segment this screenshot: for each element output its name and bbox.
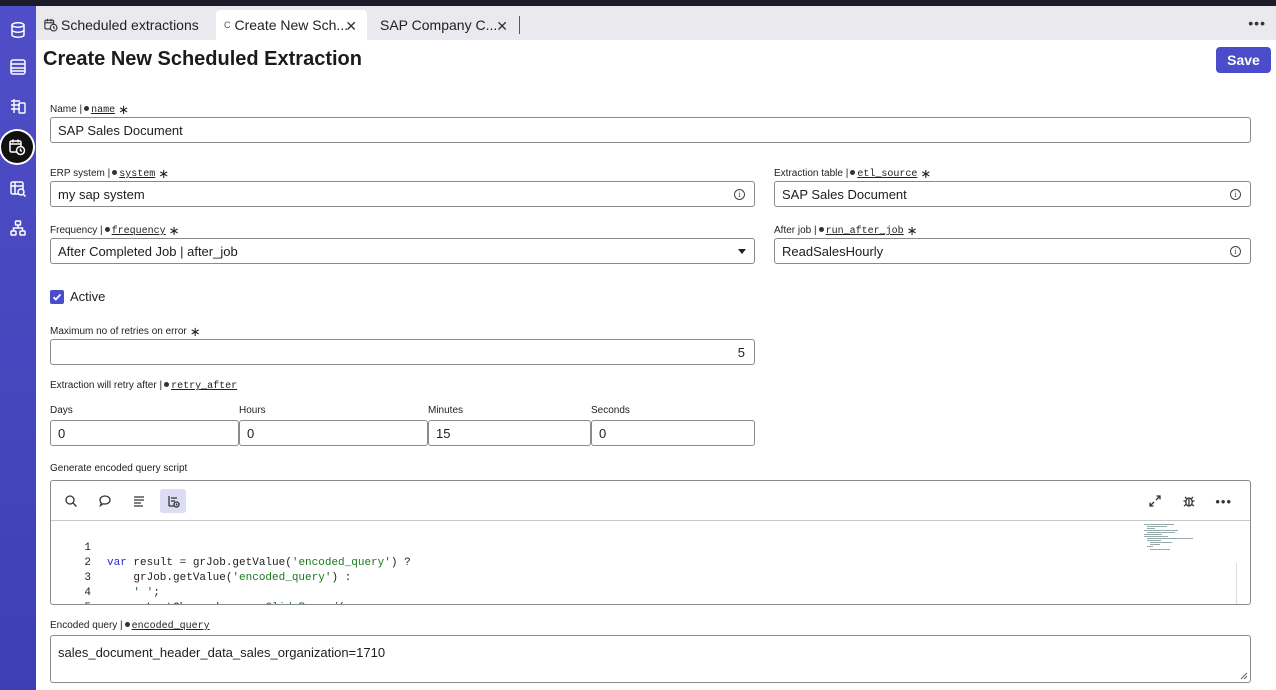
- close-tab-icon[interactable]: ✕: [345, 18, 357, 35]
- page-title: Create New Scheduled Extraction: [43, 48, 362, 70]
- extraction-table-input[interactable]: SAP Sales Document i: [774, 181, 1251, 207]
- max-retries-input[interactable]: 5: [50, 339, 755, 365]
- code-minimap[interactable]: [1144, 524, 1194, 556]
- info-icon[interactable]: i: [1230, 189, 1241, 200]
- editor-scrollbar[interactable]: [1236, 563, 1250, 604]
- code-line: 1 var result = grJob.getValue('encoded_q…: [84, 542, 411, 569]
- tab-label: Create New Sch...: [234, 17, 349, 33]
- name-label: Name | name ∗: [50, 102, 129, 117]
- code-text: grJob.getValue('encoded_query') :: [107, 572, 352, 584]
- code-line: 5 'sn_erp_integration_sap_sales_document…: [51, 586, 91, 604]
- loading-icon: C: [224, 20, 231, 30]
- tab-create-new-scheduled-extraction[interactable]: C Create New Sch... ✕: [216, 10, 367, 40]
- more-options-icon[interactable]: •••: [1215, 494, 1232, 509]
- after-job-label: After job | run_after_job ∗: [774, 223, 918, 238]
- encoded-query-label: Encoded query | encoded_query: [50, 620, 210, 632]
- erp-system-input[interactable]: my sap system i: [50, 181, 755, 207]
- hours-label: Hours: [239, 405, 266, 416]
- chevron-down-icon: [738, 249, 746, 254]
- debug-bug-icon[interactable]: [1176, 489, 1202, 513]
- active-label: Active: [70, 289, 106, 304]
- table-list-icon[interactable]: [4, 53, 32, 81]
- name-input[interactable]: SAP Sales Document: [50, 117, 1251, 143]
- frequency-label: Frequency | frequency ∗: [50, 223, 180, 238]
- tab-label: Scheduled extractions: [61, 17, 199, 33]
- minutes-input[interactable]: 15: [428, 420, 591, 446]
- code-line: 4 var grLastChanged = new GlideRecord(: [51, 571, 344, 604]
- seconds-input[interactable]: 0: [591, 420, 755, 446]
- info-icon[interactable]: i: [1230, 246, 1241, 257]
- encoded-query-value: sales_document_header_data_sales_organiz…: [58, 645, 386, 660]
- table-search-icon[interactable]: [4, 175, 32, 203]
- checkmark-icon: [52, 293, 62, 301]
- frequency-select[interactable]: After Completed Job | after_job: [50, 238, 755, 264]
- active-checkbox[interactable]: [50, 290, 64, 304]
- encoded-query-textarea[interactable]: sales_document_header_data_sales_organiz…: [50, 635, 1251, 683]
- close-tab-icon[interactable]: ✕: [496, 18, 508, 35]
- left-sidebar: [0, 6, 36, 690]
- calendar-clock-icon: [44, 18, 58, 32]
- code-line: 2 grJob.getValue('encoded_query') :: [84, 557, 352, 584]
- code-text: ' ';: [133, 587, 160, 599]
- max-retries-label: Maximum no of retries on error ∗: [50, 324, 201, 339]
- days-input[interactable]: 0: [50, 420, 239, 446]
- database-icon[interactable]: [4, 16, 32, 44]
- more-tabs-icon[interactable]: •••: [1248, 15, 1266, 31]
- tab-bar: Scheduled extractions C Create New Sch..…: [36, 6, 1276, 40]
- retry-after-label: Extraction will retry after | retry_after: [50, 380, 238, 392]
- search-icon[interactable]: [58, 489, 84, 513]
- tab-separator: [519, 16, 520, 34]
- code-text: var grLastChanged = new GlideRecord(: [107, 601, 345, 604]
- resize-handle-icon[interactable]: [1240, 672, 1248, 680]
- script-debug-icon[interactable]: [160, 489, 186, 513]
- editor-toolbar: •••: [51, 481, 1250, 521]
- expand-icon[interactable]: [1142, 489, 1168, 513]
- seconds-label: Seconds: [591, 405, 630, 416]
- hierarchy-icon[interactable]: [4, 214, 32, 242]
- hours-input[interactable]: 0: [239, 420, 428, 446]
- format-icon[interactable]: [126, 489, 152, 513]
- code-area[interactable]: 1 var result = grJob.getValue('encoded_q…: [51, 522, 1250, 604]
- after-job-input[interactable]: ReadSalesHourly i: [774, 238, 1251, 264]
- minutes-label: Minutes: [428, 405, 464, 416]
- tab-sap-company[interactable]: SAP Company C... ✕: [372, 10, 518, 40]
- save-button[interactable]: Save: [1216, 47, 1271, 73]
- info-icon[interactable]: i: [734, 189, 745, 200]
- comment-icon[interactable]: [92, 489, 118, 513]
- days-label: Days: [50, 405, 73, 416]
- script-editor[interactable]: ••• 1 var result = grJob.getValue('encod…: [50, 480, 1251, 605]
- code-text: var result = grJob.getValue('encoded_que…: [107, 557, 411, 569]
- erp-system-label: ERP system | system ∗: [50, 166, 170, 181]
- tab-scheduled-extractions[interactable]: Scheduled extractions: [36, 10, 212, 40]
- tab-label: SAP Company C...: [380, 17, 498, 33]
- extraction-stack-icon[interactable]: [4, 92, 32, 120]
- extraction-table-label: Extraction table | etl_source ∗: [774, 166, 932, 181]
- script-label: Generate encoded query script: [50, 463, 188, 474]
- scheduled-extraction-icon[interactable]: [1, 131, 33, 163]
- code-line: 3 ' ';: [84, 572, 160, 599]
